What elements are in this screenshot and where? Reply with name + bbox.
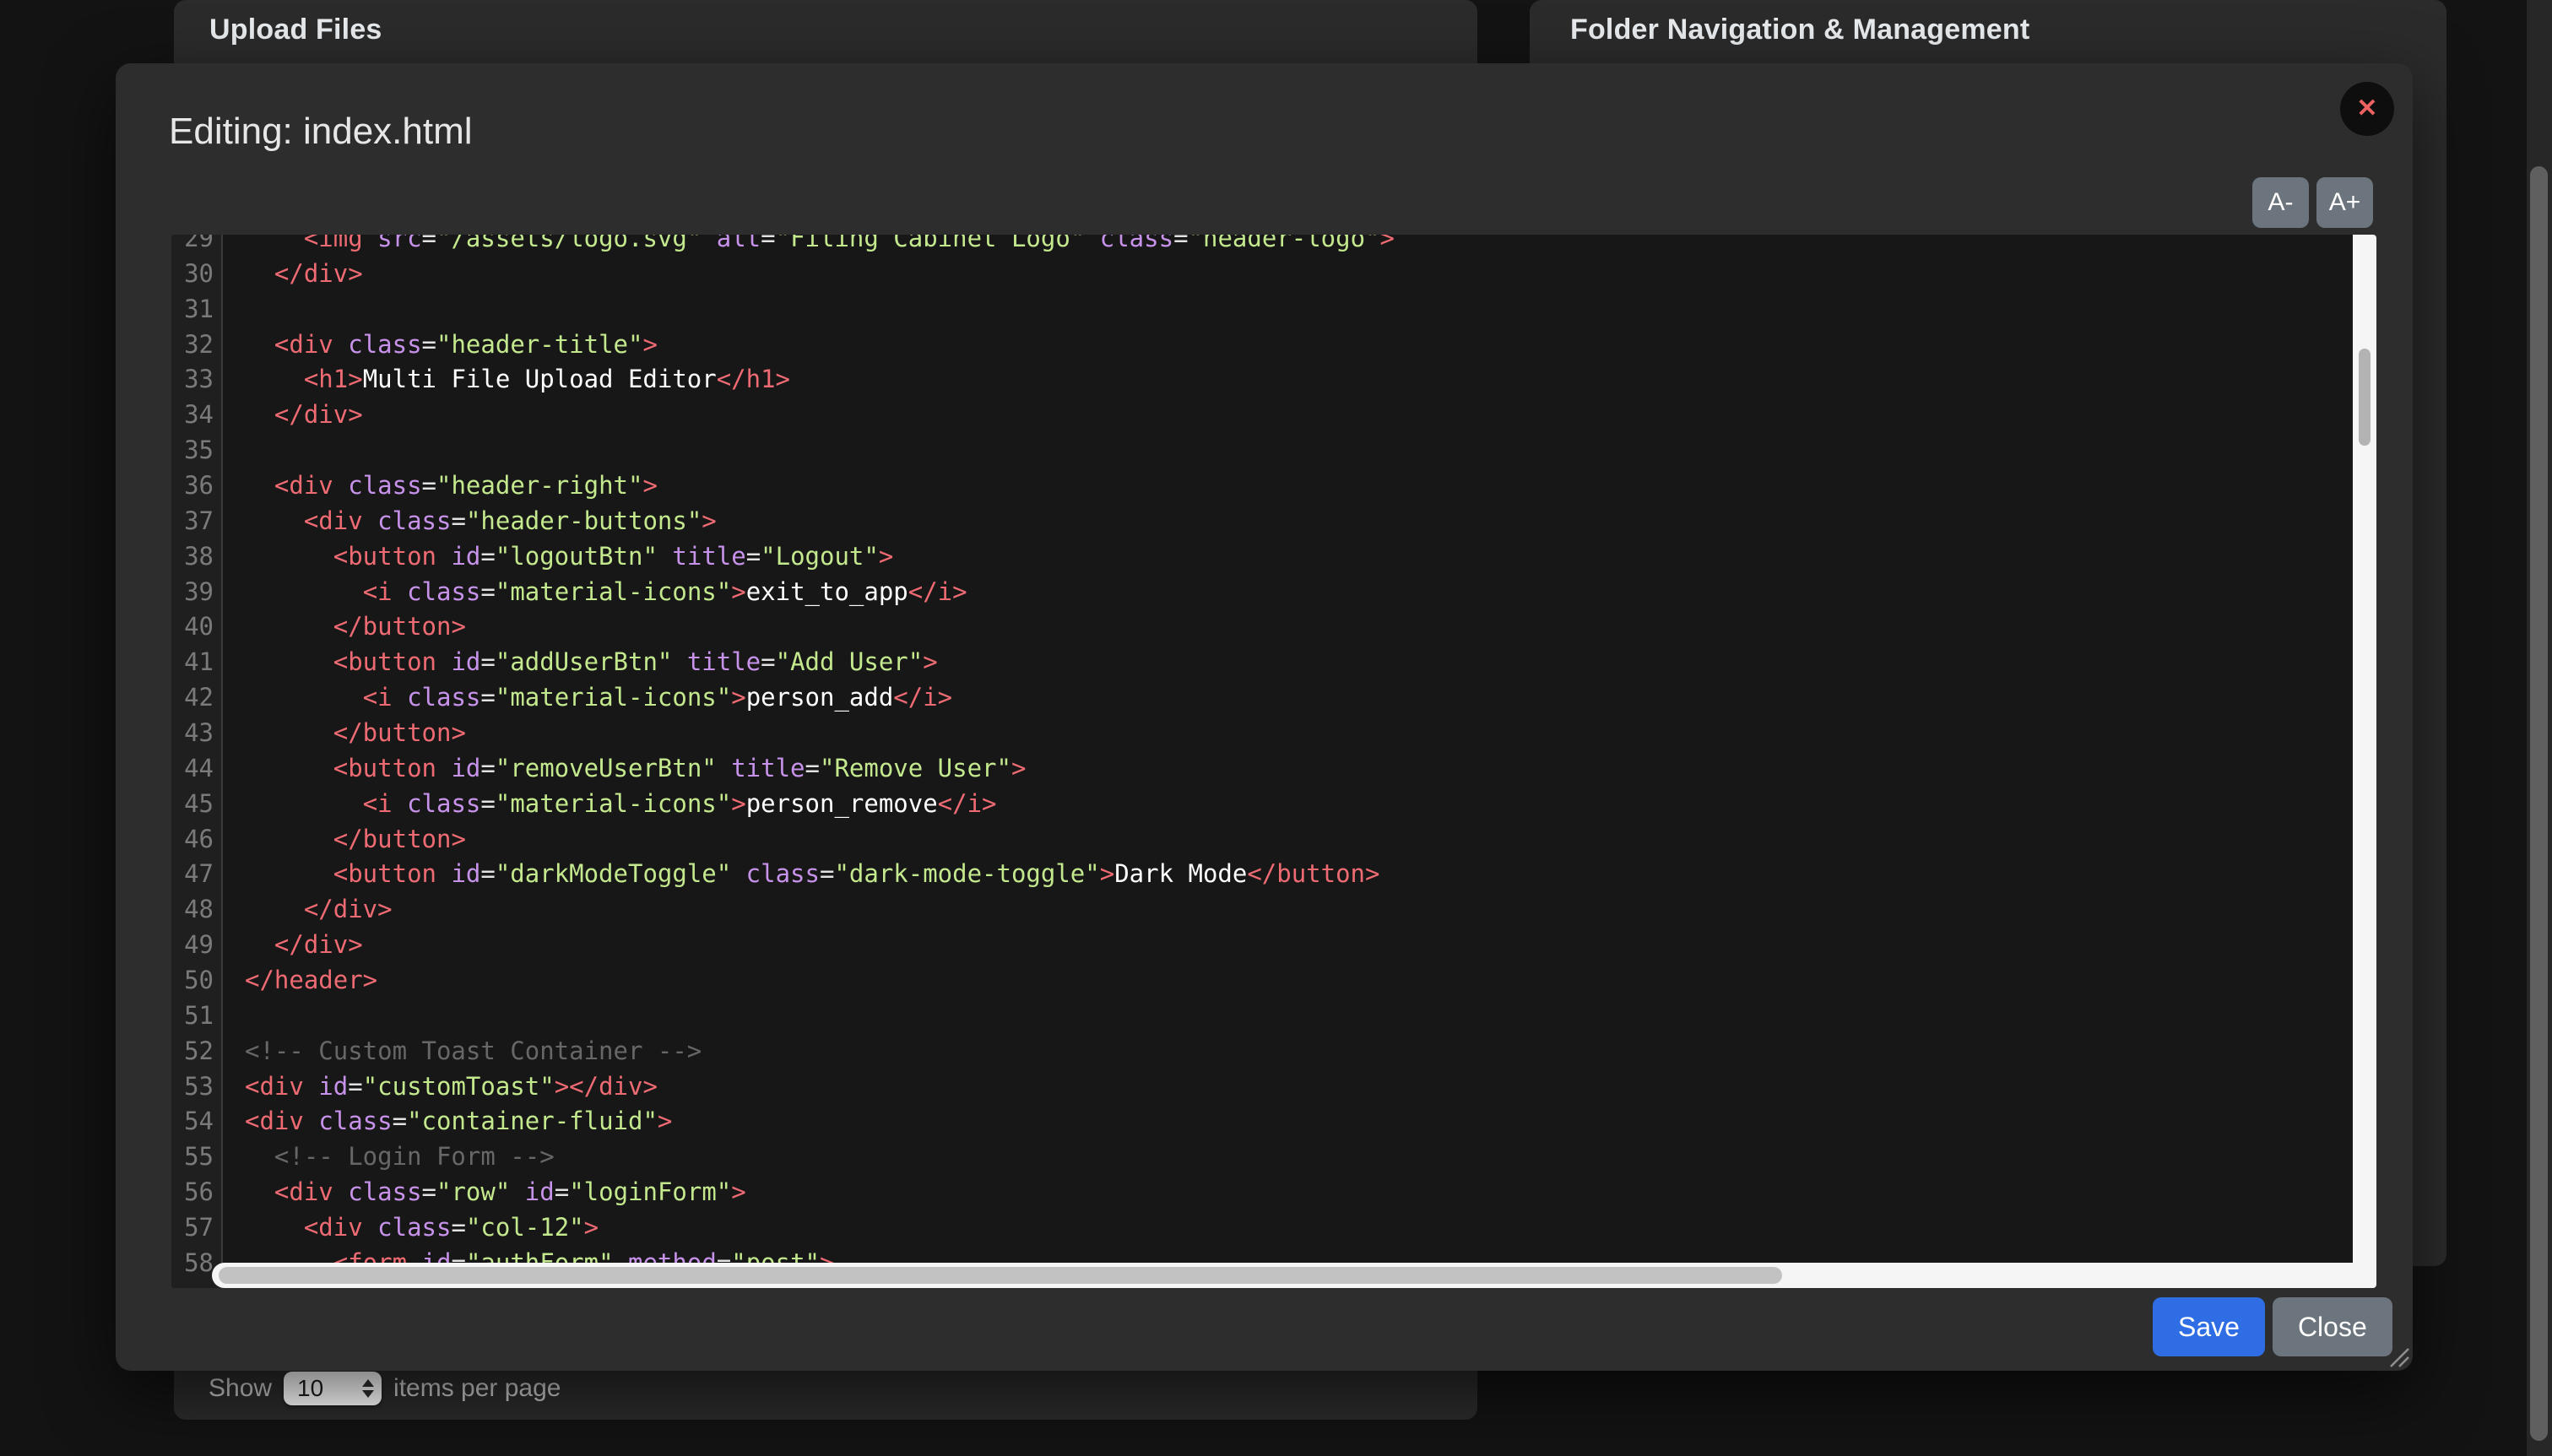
upload-files-title: Upload Files <box>209 14 382 46</box>
line-number: 46 <box>171 822 223 858</box>
line-number: 38 <box>171 539 223 575</box>
line-number: 41 <box>171 645 223 680</box>
code-line: 55 <!-- Login Form --> <box>171 1139 2376 1175</box>
line-number: 44 <box>171 751 223 787</box>
select-stepper-icon <box>362 1379 374 1398</box>
font-increase-button[interactable]: A+ <box>2316 177 2373 228</box>
save-button[interactable]: Save <box>2153 1297 2265 1356</box>
code-line: 40 </button> <box>171 609 2376 645</box>
line-number: 50 <box>171 963 223 999</box>
line-number: 33 <box>171 362 223 398</box>
code-line: 33 <h1>Multi File Upload Editor</h1> <box>171 362 2376 398</box>
code-line: 34 </div> <box>171 398 2376 433</box>
code-line: 38 <button id="logoutBtn" title="Logout"… <box>171 539 2376 575</box>
line-number: 53 <box>171 1069 223 1105</box>
code-lines: 29 <img src="/assets/logo.svg" alt="Fili… <box>171 235 2376 1281</box>
line-number: 30 <box>171 257 223 292</box>
line-number: 45 <box>171 787 223 822</box>
code-line: 30 </div> <box>171 257 2376 292</box>
code-line: 43 </button> <box>171 716 2376 751</box>
code-line: 53<div id="customToast"></div> <box>171 1069 2376 1105</box>
line-number: 29 <box>171 235 223 257</box>
line-number: 36 <box>171 468 223 504</box>
editor-horizontal-scrollbar-thumb[interactable] <box>219 1267 1782 1284</box>
pagination-controls: Show 10 items per page <box>209 1370 561 1407</box>
items-per-page-value: 10 <box>297 1375 323 1402</box>
font-size-controls: A- A+ <box>2252 177 2373 228</box>
code-line: 46 </button> <box>171 822 2376 858</box>
code-line: 49 </div> <box>171 928 2376 963</box>
line-number: 40 <box>171 609 223 645</box>
page-scrollbar[interactable] <box>2527 0 2552 1456</box>
line-number: 34 <box>171 398 223 433</box>
line-number: 55 <box>171 1139 223 1175</box>
code-line: 54<div class="container-fluid"> <box>171 1104 2376 1139</box>
editor-vertical-scrollbar[interactable] <box>2353 235 2376 1263</box>
line-number: 52 <box>171 1034 223 1069</box>
editor-vertical-scrollbar-thumb[interactable] <box>2359 349 2370 446</box>
line-number: 49 <box>171 928 223 963</box>
code-line: 56 <div class="row" id="loginForm"> <box>171 1175 2376 1210</box>
line-number: 54 <box>171 1104 223 1139</box>
edit-file-modal: Editing: index.html ✕ A- A+ 29 <img src=… <box>116 63 2413 1371</box>
code-line: 50</header> <box>171 963 2376 999</box>
code-line: 32 <div class="header-title"> <box>171 327 2376 363</box>
folder-navigation-title: Folder Navigation & Management <box>1570 14 2029 46</box>
line-number: 47 <box>171 857 223 892</box>
show-label: Show <box>209 1374 272 1403</box>
line-number: 43 <box>171 716 223 751</box>
editor-horizontal-scrollbar[interactable] <box>212 1263 2376 1288</box>
code-line: 51 <box>171 999 2376 1034</box>
code-line: 41 <button id="addUserBtn" title="Add Us… <box>171 645 2376 680</box>
modal-actions: Save Close <box>2153 1297 2392 1356</box>
line-number: 35 <box>171 433 223 468</box>
line-number: 37 <box>171 504 223 539</box>
code-line: 52<!-- Custom Toast Container --> <box>171 1034 2376 1069</box>
line-number: 42 <box>171 680 223 716</box>
page-background: Upload Files Show 10 items per page Fold… <box>0 0 2552 1456</box>
code-line: 39 <i class="material-icons">exit_to_app… <box>171 575 2376 610</box>
code-line: 37 <div class="header-buttons"> <box>171 504 2376 539</box>
code-line: 57 <div class="col-12"> <box>171 1210 2376 1246</box>
code-line: 45 <i class="material-icons">person_remo… <box>171 787 2376 822</box>
items-per-page-label: items per page <box>393 1374 561 1403</box>
line-number: 39 <box>171 575 223 610</box>
code-line: 36 <div class="header-right"> <box>171 468 2376 504</box>
code-line: 42 <i class="material-icons">person_add<… <box>171 680 2376 716</box>
line-number: 51 <box>171 999 223 1034</box>
line-number: 48 <box>171 892 223 928</box>
close-icon[interactable]: ✕ <box>2340 82 2394 136</box>
code-line: 47 <button id="darkModeToggle" class="da… <box>171 857 2376 892</box>
page-scrollbar-thumb[interactable] <box>2530 166 2548 1441</box>
code-line: 48 </div> <box>171 892 2376 928</box>
line-number: 57 <box>171 1210 223 1246</box>
line-number: 56 <box>171 1175 223 1210</box>
code-line: 31 <box>171 292 2376 327</box>
line-number: 31 <box>171 292 223 327</box>
font-decrease-button[interactable]: A- <box>2252 177 2309 228</box>
code-editor[interactable]: 29 <img src="/assets/logo.svg" alt="Fili… <box>171 235 2376 1288</box>
items-per-page-select[interactable]: 10 <box>284 1372 382 1405</box>
resize-grip-icon[interactable] <box>2385 1343 2410 1368</box>
code-line: 29 <img src="/assets/logo.svg" alt="Fili… <box>171 235 2376 257</box>
code-line: 44 <button id="removeUserBtn" title="Rem… <box>171 751 2376 787</box>
close-button[interactable]: Close <box>2273 1297 2392 1356</box>
code-line: 35 <box>171 433 2376 468</box>
line-number: 32 <box>171 327 223 363</box>
modal-title: Editing: index.html <box>169 111 473 153</box>
